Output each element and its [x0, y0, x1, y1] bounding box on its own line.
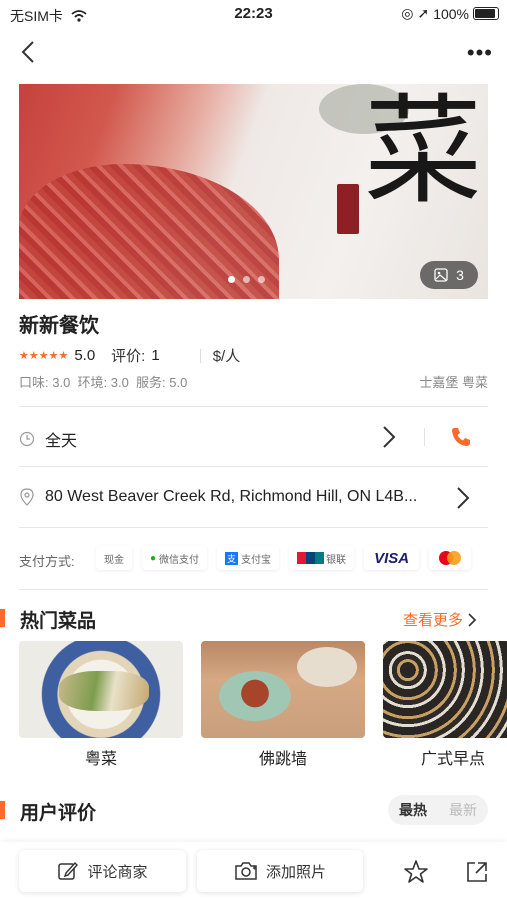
payment-mastercard-badge: [429, 546, 472, 570]
separator: [199, 348, 201, 363]
hours-expand-button[interactable]: [378, 424, 400, 455]
battery-icon: [473, 7, 499, 20]
hours-row: 全天: [19, 427, 77, 451]
edit-icon: [58, 861, 79, 880]
location-pin-icon: [20, 488, 34, 506]
clock-icon: [19, 431, 35, 447]
hero-image[interactable]: 菜: [19, 84, 488, 299]
price: $/人: [212, 348, 241, 365]
dish-photo-detail: [219, 671, 291, 721]
see-more-link[interactable]: 查看更多: [403, 609, 477, 630]
image-icon: [434, 268, 448, 282]
payment-label: 支付方式:: [19, 554, 75, 569]
payment-visa-badge: VISA: [364, 546, 420, 570]
location-icon: ➚: [417, 5, 430, 21]
reviews-count: 1: [151, 347, 160, 364]
comment-button[interactable]: 评论商家: [19, 850, 186, 892]
call-button[interactable]: [450, 426, 472, 453]
cuisine-tags: 士嘉堡 粤菜: [419, 375, 488, 390]
hero-calligraphy: 菜: [364, 84, 483, 220]
status-right: ◎ ➚ 100%: [401, 5, 499, 22]
rating-row: ★★★★★ 5.0 评价: 1 $/人: [19, 345, 240, 366]
popular-dishes-title: 热门菜品: [20, 611, 97, 632]
hero-seal: [337, 184, 359, 234]
carousel-dot: [243, 276, 250, 283]
reviews-label: 评价:: [111, 348, 146, 365]
divider: [19, 466, 488, 467]
chevron-right-icon: [383, 426, 396, 448]
dish-label: 佛跳墙: [258, 751, 307, 768]
reviews-title: 用户评价: [20, 803, 97, 824]
divider: [19, 527, 488, 528]
phone-icon: [452, 428, 470, 446]
star-icon: [404, 860, 428, 883]
tab-hot[interactable]: 最热: [388, 800, 438, 820]
payment-wechat-badge: ● 微信支付: [142, 546, 208, 570]
chevron-left-icon: [21, 41, 34, 63]
score: 5.0: [74, 347, 96, 364]
address-chevron[interactable]: [452, 485, 474, 516]
star-rating-icon: ★★★★★: [19, 350, 69, 362]
dish-photo-detail: [59, 671, 149, 711]
dish-label: 广式早点: [420, 751, 485, 768]
sub-scores: 口味: 3.0 环境: 3.0 服务: 5.0: [19, 375, 188, 390]
separator: [424, 428, 425, 446]
carousel-dots: [228, 276, 265, 283]
restaurant-name: 新新餐饮: [19, 315, 99, 337]
reviews-sort-toggle: 最热 最新: [388, 795, 488, 825]
carousel-dot: [228, 276, 235, 283]
add-photo-button[interactable]: 添加照片: [197, 850, 363, 892]
address-text: 80 West Beaver Creek Rd, Richmond Hill, …: [45, 488, 418, 505]
orientation-lock-icon: ◎: [401, 5, 414, 21]
camera-icon: [235, 862, 257, 880]
dish-card[interactable]: [383, 641, 507, 738]
favorite-button[interactable]: [403, 859, 429, 890]
hours-text: 全天: [45, 433, 78, 450]
tab-new[interactable]: 最新: [438, 800, 488, 820]
dish-card[interactable]: [201, 641, 365, 738]
section-accent-bar: [0, 609, 5, 627]
status-bar: 无SIM卡 22:23 ◎ ➚ 100%: [0, 0, 507, 28]
photo-count-badge[interactable]: 3: [420, 261, 478, 289]
address-row[interactable]: 80 West Beaver Creek Rd, Richmond Hill, …: [19, 488, 439, 506]
chevron-right-icon: [468, 612, 477, 627]
share-icon: [467, 862, 487, 882]
chevron-right-icon: [457, 487, 470, 509]
back-button[interactable]: [16, 38, 44, 66]
divider: [19, 589, 488, 590]
share-button[interactable]: [465, 860, 489, 889]
section-accent-bar: [0, 801, 5, 819]
dish-card[interactable]: [19, 641, 183, 738]
carousel-dot: [258, 276, 265, 283]
dish-label: 粤菜: [84, 751, 117, 768]
battery-percent: 100%: [433, 5, 469, 22]
payment-methods: 现金 ● 微信支付 支支付宝 银联 VISA: [96, 546, 472, 570]
payment-alipay-badge: 支支付宝: [217, 546, 280, 570]
mastercard-icon: [439, 551, 462, 565]
divider: [19, 406, 488, 407]
payment-cash-badge: 现金: [96, 546, 132, 570]
dish-photo-detail: [297, 647, 357, 687]
more-button[interactable]: •••: [467, 40, 493, 66]
payment-unionpay-badge: 银联: [289, 546, 355, 570]
